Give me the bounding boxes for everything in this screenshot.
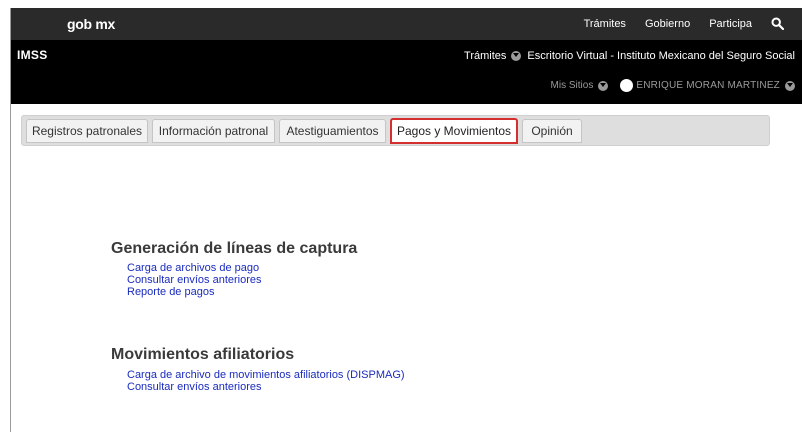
- chevron-down-icon[interactable]: [598, 80, 609, 91]
- tab-informacion-patronal[interactable]: Información patronal: [152, 119, 275, 143]
- section-title-lineas-captura: Generación de líneas de captura: [111, 240, 358, 257]
- tab-bar: Registros patronales Información patrona…: [21, 115, 770, 146]
- gov-top-bar: gob mx Trámites Gobierno Participa: [11, 8, 802, 40]
- section-links-movimientos: Carga de archivo de movimientos afiliato…: [127, 369, 405, 393]
- gob-mx-logo[interactable]: gob mx: [67, 16, 115, 32]
- imss-header: IMSS Trámites Escritorio Virtual - Insti…: [11, 40, 802, 104]
- tab-opinion[interactable]: Opinión: [522, 119, 582, 143]
- section-links-lineas-captura: Carga de archivos de pago Consultar enví…: [127, 262, 262, 298]
- link-consultar-envios-anteriores[interactable]: Consultar envíos anteriores: [127, 274, 262, 286]
- imss-title[interactable]: IMSS: [17, 48, 48, 62]
- page-frame: gob mx Trámites Gobierno Participa IMSS …: [10, 8, 802, 432]
- gov-nav: Trámites Gobierno Participa: [584, 17, 802, 31]
- link-consultar-envios-anteriores-mov[interactable]: Consultar envíos anteriores: [127, 381, 405, 393]
- portal-title: Escritorio Virtual - Instituto Mexicano …: [527, 50, 795, 62]
- link-carga-dispmag[interactable]: Carga de archivo de movimientos afiliato…: [127, 369, 405, 381]
- gov-nav-tramites[interactable]: Trámites: [584, 18, 626, 30]
- imss-tramites-menu[interactable]: Trámites: [464, 50, 506, 62]
- chevron-down-icon[interactable]: [511, 51, 522, 61]
- tab-atestiguamientos[interactable]: Atestiguamientos: [279, 119, 386, 143]
- imss-header-right: Trámites Escritorio Virtual - Instituto …: [464, 50, 795, 62]
- link-carga-archivos-pago[interactable]: Carga de archivos de pago: [127, 262, 262, 274]
- gov-nav-participa[interactable]: Participa: [709, 18, 752, 30]
- search-icon[interactable]: [771, 17, 785, 31]
- imss-subheader: Mis Sitios ENRIQUE MORAN MARTINEZ: [551, 79, 795, 92]
- gov-nav-gobierno[interactable]: Gobierno: [645, 18, 690, 30]
- link-reporte-pagos[interactable]: Reporte de pagos: [127, 286, 262, 298]
- tab-registros-patronales[interactable]: Registros patronales: [26, 119, 148, 143]
- section-title-movimientos-afiliatorios: Movimientos afiliatorios: [111, 346, 295, 363]
- chevron-down-icon[interactable]: [785, 80, 795, 91]
- user-name[interactable]: ENRIQUE MORAN MARTINEZ: [636, 80, 780, 91]
- avatar: [620, 79, 634, 92]
- mis-sitios-menu[interactable]: Mis Sitios: [551, 80, 594, 91]
- tab-pagos-y-movimientos[interactable]: Pagos y Movimientos: [390, 118, 518, 144]
